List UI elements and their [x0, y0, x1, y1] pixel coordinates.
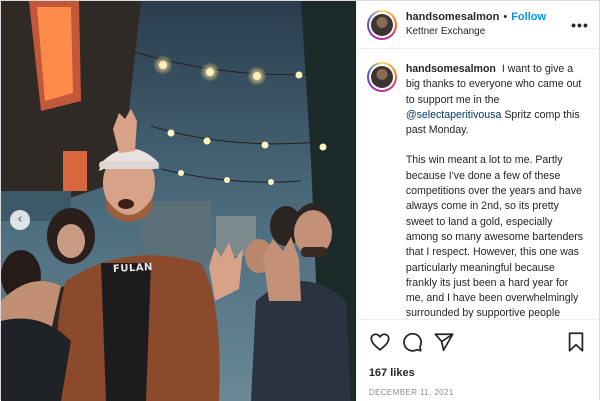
shirt-text: FULAN: [112, 261, 154, 276]
follow-button[interactable]: Follow: [511, 11, 546, 24]
avatar[interactable]: [366, 9, 397, 40]
post-header: handsomesalmon • Follow Kettner Exchange…: [356, 1, 599, 49]
post-side-panel: handsomesalmon • Follow Kettner Exchange…: [355, 1, 599, 401]
post-photo[interactable]: FULAN ‹: [1, 1, 356, 401]
profile-picture: [370, 13, 393, 36]
post-date: DECEMBER 11, 2021: [368, 388, 454, 397]
author-username[interactable]: handsomesalmon: [406, 11, 500, 24]
more-icon[interactable]: •••: [571, 17, 589, 33]
event-photo-illustration: [1, 1, 356, 401]
mention-link[interactable]: @selectaperitivousa: [406, 109, 502, 121]
caption-area[interactable]: handsomesalmon I want to give a big than…: [357, 50, 599, 318]
post-actions: 167 likes DECEMBER 11, 2021: [356, 319, 599, 397]
caption-username[interactable]: handsomesalmon: [406, 63, 496, 75]
separator-dot: •: [503, 10, 508, 23]
comment-icon[interactable]: [401, 331, 423, 353]
likes-count[interactable]: 167 likes: [369, 367, 587, 379]
previous-image-button[interactable]: ‹: [10, 210, 30, 230]
bookmark-icon[interactable]: [565, 331, 587, 353]
post-viewer: FULAN ‹ handsomesalmon • Follow Kettner …: [0, 0, 600, 401]
caption-avatar[interactable]: [366, 62, 397, 92]
heart-icon[interactable]: [369, 331, 391, 353]
caption-paragraph-2: This win meant a lot to me. Partly becau…: [405, 154, 584, 318]
caption-profile-picture: [370, 66, 393, 88]
chevron-left-icon: ‹: [17, 212, 23, 227]
location-link[interactable]: Kettner Exchange: [406, 26, 571, 38]
share-icon[interactable]: [433, 331, 455, 353]
caption-text: handsomesalmon I want to give a big than…: [406, 62, 584, 318]
